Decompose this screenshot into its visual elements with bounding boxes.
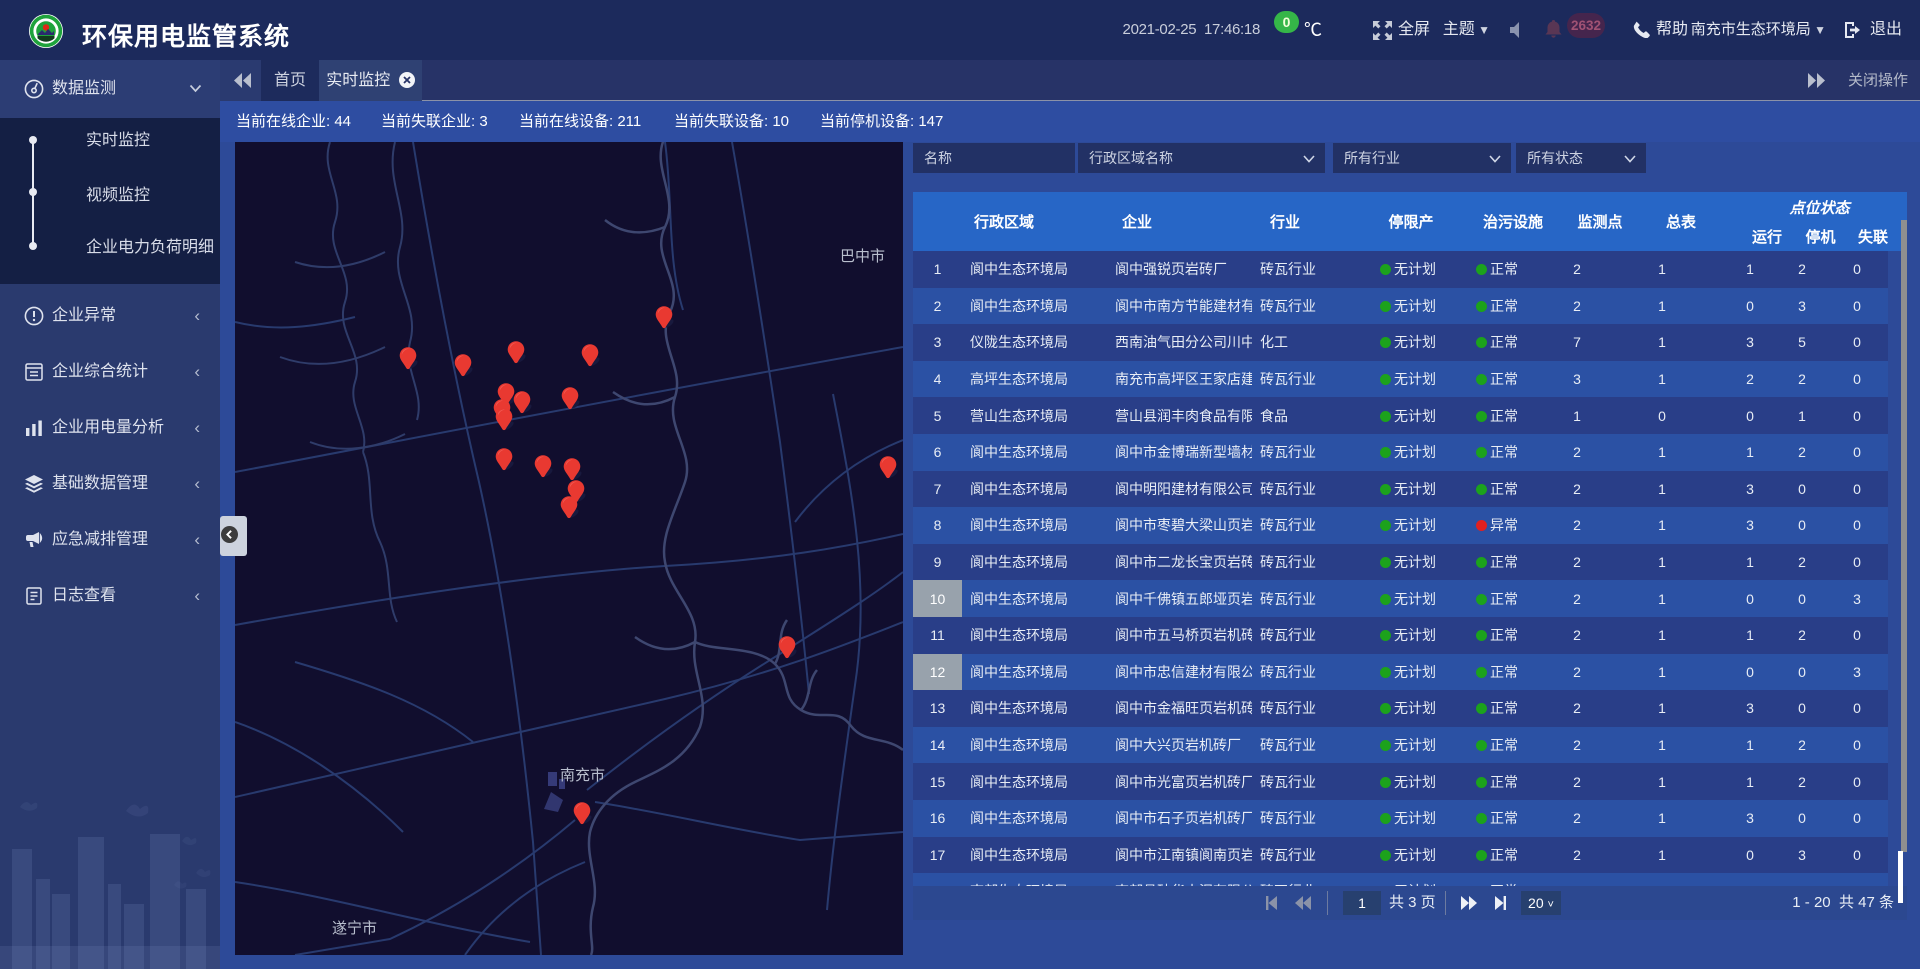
svg-text:巴中市: 巴中市 bbox=[840, 248, 885, 265]
svg-text:南充市: 南充市 bbox=[560, 767, 605, 784]
svg-text:遂宁市: 遂宁市 bbox=[332, 920, 377, 937]
